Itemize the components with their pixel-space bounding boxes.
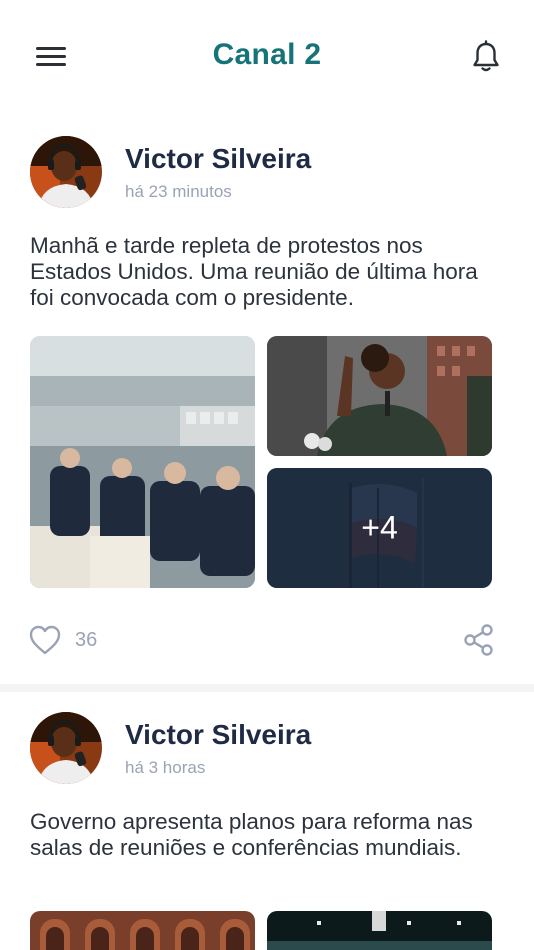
post-image-stage[interactable] bbox=[267, 911, 492, 950]
avatar[interactable] bbox=[30, 712, 102, 784]
stage-photo bbox=[267, 911, 492, 950]
post-image-speaker[interactable] bbox=[267, 336, 492, 456]
avatar-image bbox=[30, 712, 102, 784]
post-image-hall[interactable] bbox=[30, 911, 255, 950]
app-header: Canal 2 bbox=[0, 0, 534, 112]
feed-post: Victor Silveira há 3 horas Governo apres… bbox=[0, 692, 534, 950]
like-count: 36 bbox=[75, 629, 98, 651]
share-icon[interactable] bbox=[462, 623, 496, 657]
feed-post: Victor Silveira há 23 minutos Manhã e ta… bbox=[0, 112, 534, 684]
post-text: Governo apresenta planos para reforma na… bbox=[30, 809, 473, 860]
post-time: há 3 horas bbox=[125, 758, 206, 777]
speaker-photo bbox=[267, 336, 492, 456]
heart-icon[interactable] bbox=[28, 624, 62, 656]
meeting-photo bbox=[30, 336, 255, 588]
author-name[interactable]: Victor Silveira bbox=[125, 719, 311, 751]
post-image-more[interactable]: +4 bbox=[267, 468, 492, 588]
post-text: Manhã e tarde repleta de protestos nos E… bbox=[30, 233, 478, 310]
post-time: há 23 minutos bbox=[125, 182, 232, 201]
page-title: Canal 2 bbox=[212, 38, 322, 71]
hall-photo bbox=[30, 911, 255, 950]
post-divider bbox=[0, 684, 534, 692]
author-name[interactable]: Victor Silveira bbox=[125, 143, 311, 175]
post-image-meeting[interactable] bbox=[30, 336, 255, 588]
avatar-image bbox=[30, 136, 102, 208]
more-images-count: +4 bbox=[361, 509, 398, 546]
avatar[interactable] bbox=[30, 136, 102, 208]
bell-icon[interactable] bbox=[470, 40, 502, 74]
